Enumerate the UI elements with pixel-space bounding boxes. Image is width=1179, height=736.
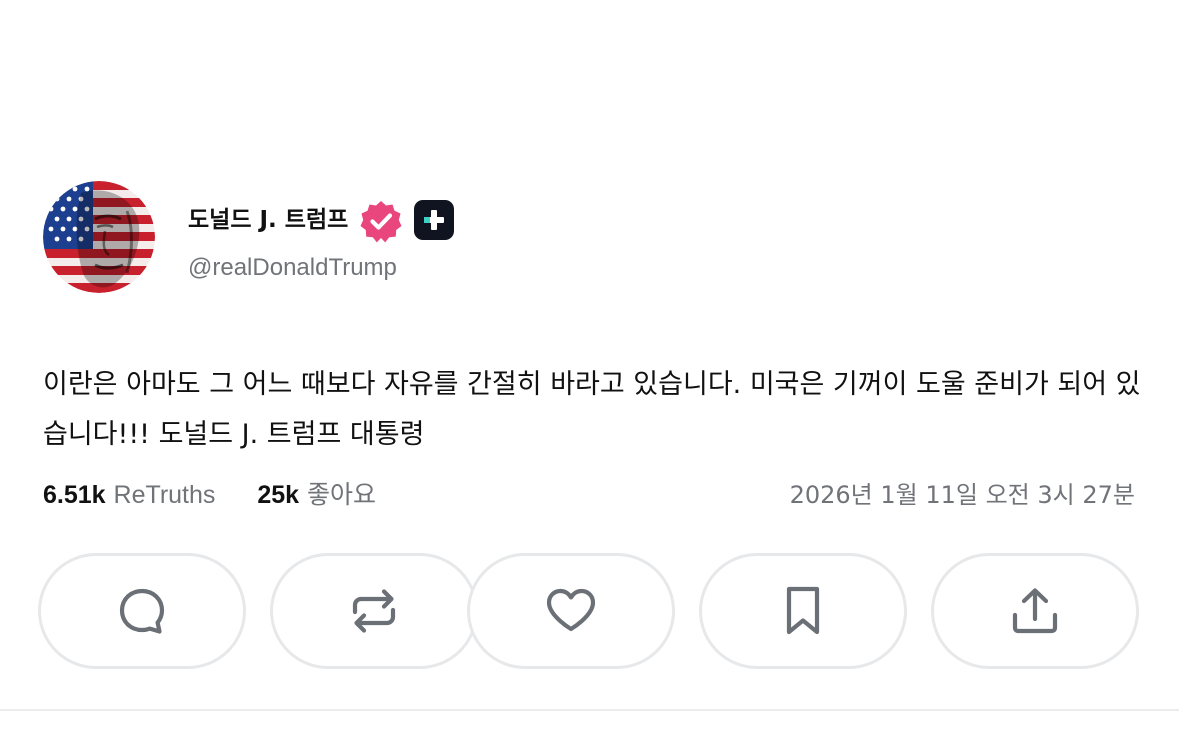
repost-arrows-icon [352, 589, 396, 633]
post-text: 이란은 아마도 그 어느 때보다 자유를 간절히 바라고 있습니다. 미국은 기… [43, 369, 1141, 450]
retruth-button[interactable] [270, 553, 478, 669]
bottom-divider [0, 709, 1179, 711]
avatar[interactable] [43, 181, 155, 293]
author-display-name[interactable]: 도널드 J. 트럼프 [188, 200, 348, 240]
bookmark-button[interactable] [699, 553, 907, 669]
heart-icon [546, 588, 596, 632]
share-button[interactable] [931, 553, 1139, 669]
flag-portrait-avatar [43, 181, 155, 293]
retruths-stat[interactable]: 6.51k ReTruths [43, 480, 223, 509]
speech-bubble-icon [119, 588, 165, 634]
retruths-label: ReTruths [113, 481, 216, 509]
author-handle[interactable]: @realDonaldTrump [188, 253, 397, 283]
reply-button[interactable] [38, 553, 246, 669]
bookmark-icon [786, 586, 820, 635]
retruths-count: 6.51k [43, 481, 106, 509]
share-upload-icon [1012, 588, 1058, 634]
likes-label: 좋아요 [307, 480, 377, 509]
verified-badge-icon [360, 201, 402, 243]
post-stats: 6.51k ReTruths 25k 좋아요 [43, 478, 376, 512]
like-button[interactable] [467, 553, 675, 669]
plus-badge-icon [414, 200, 454, 240]
post-timestamp: 2026년 1월 11일 오전 3시 27분 [789, 481, 1135, 509]
likes-stat[interactable]: 25k 좋아요 [257, 480, 376, 509]
likes-count: 25k [257, 481, 300, 509]
